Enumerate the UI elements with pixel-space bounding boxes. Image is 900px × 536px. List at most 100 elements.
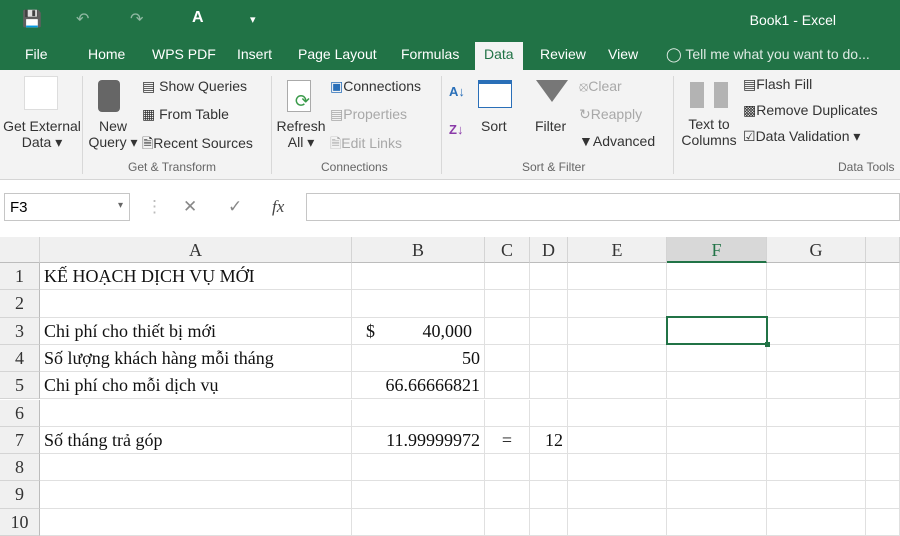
cell-g6[interactable] (767, 399, 866, 427)
cell-g7[interactable] (767, 426, 866, 455)
row-header-7[interactable]: 7 (0, 426, 40, 455)
font-color-button[interactable]: A (192, 9, 204, 27)
cell-e10[interactable] (568, 508, 667, 536)
cell-c3[interactable] (485, 317, 530, 345)
cell-a7[interactable]: Số tháng trả góp (40, 426, 352, 455)
cell-c4[interactable] (485, 344, 530, 373)
row-header-4[interactable]: 4 (0, 344, 40, 373)
cell-g4[interactable] (767, 344, 866, 373)
cancel-icon[interactable]: ✕ (183, 197, 197, 217)
column-header-c[interactable]: C (485, 237, 530, 263)
column-header-a[interactable]: A (40, 237, 352, 263)
cell-g5[interactable] (767, 372, 866, 400)
cell-d1[interactable] (530, 263, 568, 291)
sort-z-a-icon[interactable]: Z↓ (449, 122, 463, 137)
column-header-d[interactable]: D (530, 237, 568, 263)
cell-d10[interactable] (530, 508, 568, 536)
tab-data[interactable]: Data (475, 42, 523, 70)
cell-g1[interactable] (767, 263, 866, 291)
cell-h3[interactable] (866, 317, 900, 345)
connections-button[interactable]: ▣Connections (330, 78, 421, 95)
sort-a-z-icon[interactable]: A↓ (449, 84, 465, 99)
cell-f4[interactable] (667, 344, 767, 373)
cell-d9[interactable] (530, 481, 568, 509)
cell-a6[interactable] (40, 399, 352, 427)
select-all-corner[interactable] (0, 237, 40, 263)
column-header-f[interactable]: F (667, 237, 767, 263)
undo-icon[interactable]: ↶ (76, 9, 89, 29)
cell-f7[interactable] (667, 426, 767, 455)
cell-h4[interactable] (866, 344, 900, 373)
cell-a8[interactable] (40, 454, 352, 482)
get-external-data-button[interactable]: Get External Data ▾ (2, 74, 82, 158)
name-box[interactable]: F3 ▾ (4, 193, 130, 221)
cell-g3[interactable] (767, 317, 866, 345)
row-header-6[interactable]: 6 (0, 399, 40, 427)
flash-fill-button[interactable]: ▤Flash Fill (743, 76, 812, 93)
cell-c8[interactable] (485, 454, 530, 482)
cell-a2[interactable] (40, 290, 352, 318)
cell-b5[interactable]: 66.66666821 (352, 372, 485, 400)
cell-e6[interactable] (568, 399, 667, 427)
cell-c7[interactable]: = (485, 426, 530, 455)
tab-wps-pdf[interactable]: WPS PDF (152, 46, 216, 62)
cell-f5[interactable] (667, 372, 767, 400)
cell-c9[interactable] (485, 481, 530, 509)
cell-f10[interactable] (667, 508, 767, 536)
text-to-columns-button[interactable]: Text to Columns (678, 78, 740, 158)
tell-me-search[interactable]: ◯ Tell me what you want to do... (666, 46, 870, 63)
cell-b9[interactable] (352, 481, 485, 509)
clear-button[interactable]: ⦻Clear (579, 78, 622, 95)
row-header-8[interactable]: 8 (0, 454, 40, 482)
recent-sources-button[interactable]: 🗎Recent Sources (142, 133, 253, 157)
tab-insert[interactable]: Insert (237, 46, 272, 62)
cell-d2[interactable] (530, 290, 568, 318)
row-header-5[interactable]: 5 (0, 372, 40, 400)
cell-h8[interactable] (866, 454, 900, 482)
row-header-10[interactable]: 10 (0, 508, 40, 536)
cell-b1[interactable] (352, 263, 485, 291)
cell-d8[interactable] (530, 454, 568, 482)
cell-d4[interactable] (530, 344, 568, 373)
row-header-3[interactable]: 3 (0, 317, 40, 345)
cell-h6[interactable] (866, 399, 900, 427)
cell-b8[interactable] (352, 454, 485, 482)
cell-e2[interactable] (568, 290, 667, 318)
cell-c10[interactable] (485, 508, 530, 536)
row-header-9[interactable]: 9 (0, 481, 40, 509)
reapply-button[interactable]: ↻Reapply (579, 106, 642, 123)
cell-h1[interactable] (866, 263, 900, 291)
cell-d6[interactable] (530, 399, 568, 427)
row-header-1[interactable]: 1 (0, 263, 40, 291)
cell-f6[interactable] (667, 399, 767, 427)
cell-h9[interactable] (866, 481, 900, 509)
column-header-h[interactable] (866, 237, 900, 263)
cell-g2[interactable] (767, 290, 866, 318)
cell-c5[interactable] (485, 372, 530, 400)
formula-input[interactable] (306, 193, 900, 221)
tab-home[interactable]: Home (88, 46, 125, 62)
sort-button[interactable]: Sort (475, 78, 515, 158)
cell-e9[interactable] (568, 481, 667, 509)
cell-g8[interactable] (767, 454, 866, 482)
enter-icon[interactable]: ✓ (228, 197, 242, 217)
column-header-b[interactable]: B (352, 237, 485, 263)
cell-c1[interactable] (485, 263, 530, 291)
cell-e4[interactable] (568, 344, 667, 373)
row-header-2[interactable]: 2 (0, 290, 40, 318)
cell-c2[interactable] (485, 290, 530, 318)
properties-button[interactable]: ▤Properties (330, 106, 407, 123)
cell-a5[interactable]: Chi phí cho mỗi dịch vụ (40, 372, 352, 400)
cell-b3[interactable]: $40,000 (352, 317, 485, 345)
refresh-all-button[interactable]: ⟳ Refresh All ▾ (275, 74, 327, 158)
insert-function-icon[interactable]: fx (272, 197, 284, 217)
cell-f9[interactable] (667, 481, 767, 509)
tab-view[interactable]: View (608, 46, 638, 62)
save-icon[interactable]: 💾 (22, 9, 42, 29)
cell-g9[interactable] (767, 481, 866, 509)
cell-h5[interactable] (866, 372, 900, 400)
from-table-button[interactable]: ▦ From Table (142, 106, 229, 123)
cell-d7[interactable]: 12 (530, 426, 568, 455)
filter-button[interactable]: Filter (532, 78, 572, 158)
cell-f2[interactable] (667, 290, 767, 318)
